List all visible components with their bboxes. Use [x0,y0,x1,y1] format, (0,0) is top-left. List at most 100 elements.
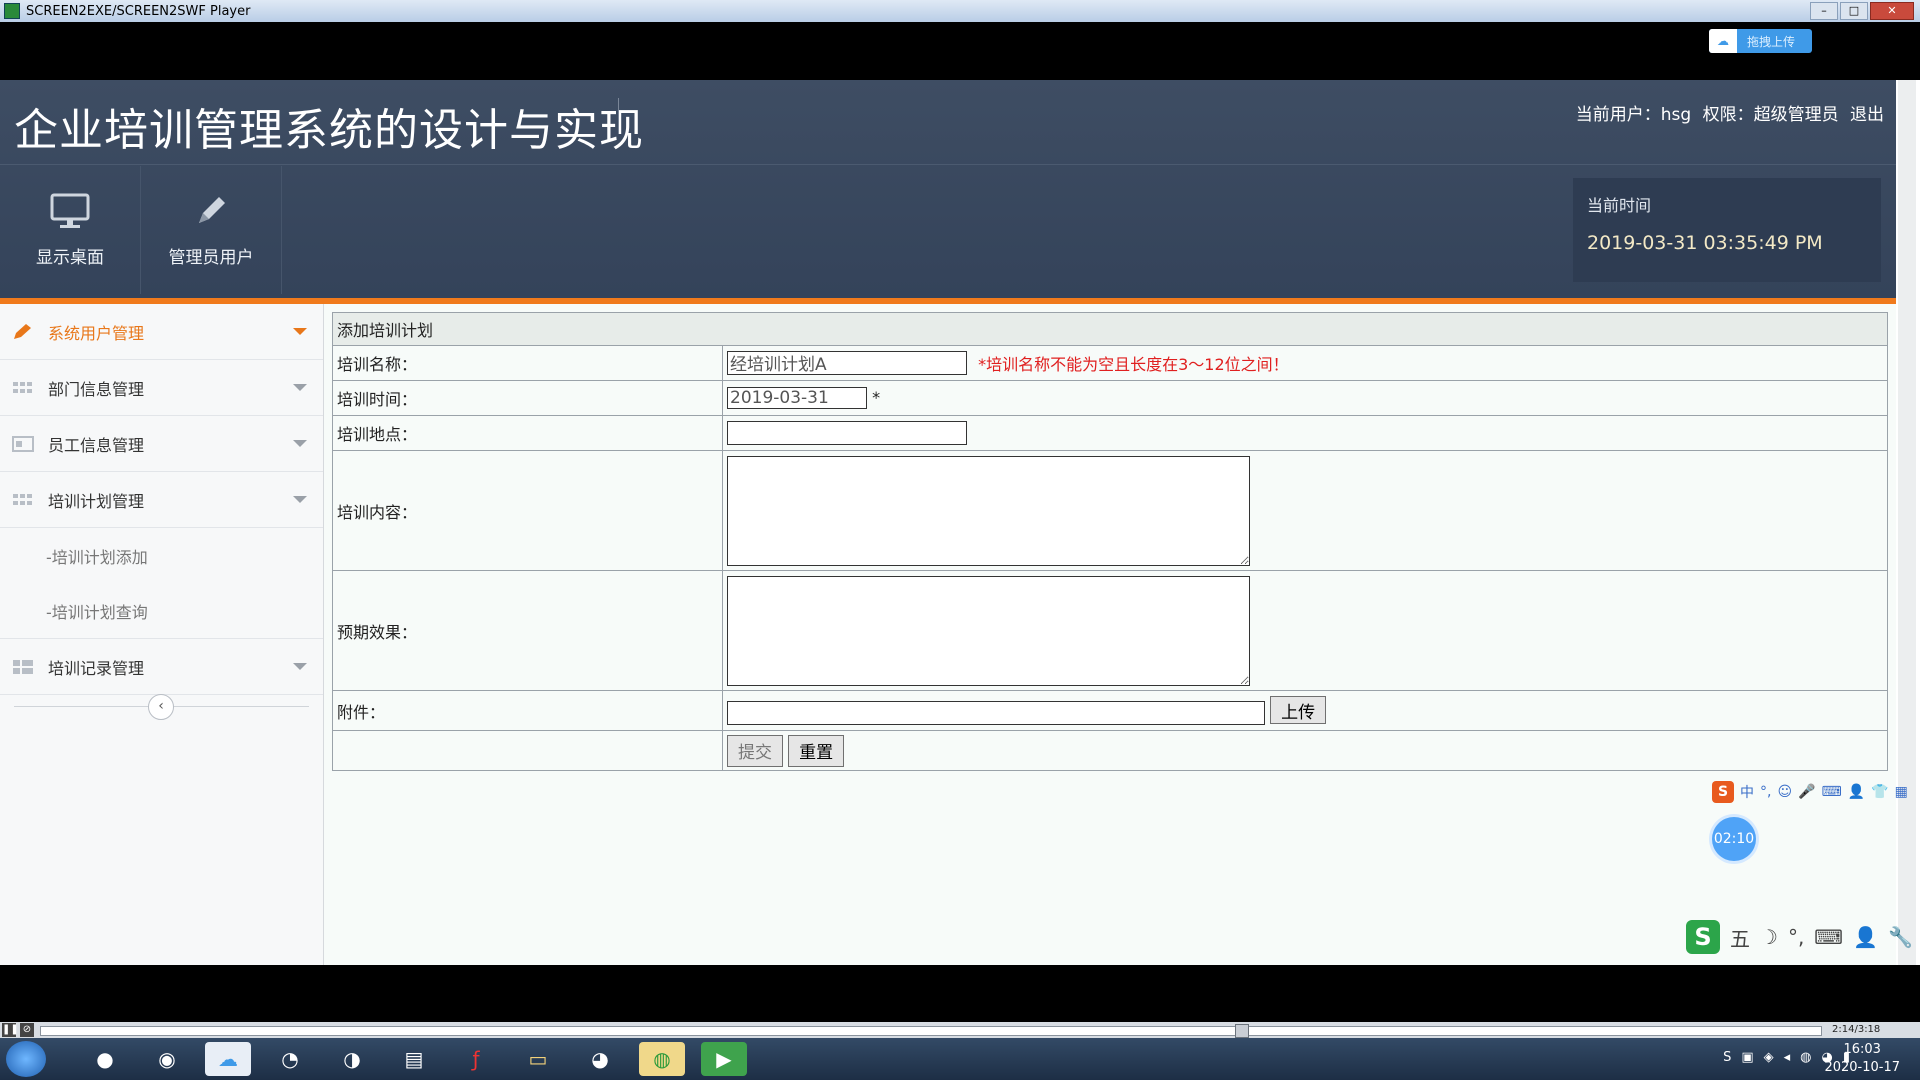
ime-punctuation-icon[interactable]: °, [1788,925,1804,949]
chrome-icon[interactable]: ● [82,1042,128,1076]
training-place-input[interactable] [727,421,967,445]
upload-button[interactable]: 上传 [1270,696,1327,725]
ime-voice-icon[interactable]: 🎤 [1798,784,1815,800]
main-content: 添加培训计划 培训名称： *培训名称不能为空且长度在3～12位之间！ 培训时间：… [324,304,1896,965]
training-time-input[interactable] [727,387,867,409]
form-header: 添加培训计划 [332,312,1888,346]
training-name-error: *培训名称不能为空且长度在3～12位之间！ [978,355,1289,375]
nav-tile-label: 管理员用户 [168,247,254,268]
sidebar-item-training-plans[interactable]: 培训计划管理 [0,472,323,528]
sogou-wubi-icon[interactable]: S [1686,920,1720,954]
stop-icon[interactable]: ⊘ [20,1023,34,1037]
chevron-down-icon [293,384,307,391]
sidebar-item-label: 员工信息管理 [48,435,145,455]
taskbar-clock[interactable]: 16:03 2020-10-17 [1824,1041,1900,1077]
training-time-label: 培训时间： [332,380,723,416]
attachment-input[interactable] [727,700,1265,725]
recording-timer[interactable]: 02:10 [1712,817,1756,861]
logout-link[interactable]: 退出 [1850,105,1884,125]
ime-halfwidth-icon[interactable]: ☽ [1760,925,1778,949]
page-scrollbar[interactable] [1898,80,1916,965]
wechat-tray-icon[interactable]: ◍ [1800,1050,1811,1065]
expected-effect-label: 预期效果： [332,570,723,691]
player-seekbar: ❚❚ ⊘ 2:14/3:18 [0,1022,1920,1038]
nav-tile-show-desktop[interactable]: 显示桌面 [0,166,141,294]
cloud-upload-button[interactable]: ☁ 拖拽上传 [1709,29,1812,53]
ime-emoji-icon[interactable]: ☺ [1777,784,1792,800]
chevron-down-icon [293,663,307,670]
sidebar-item-label: 培训计划管理 [48,491,145,511]
ime-toolbar-wubi[interactable]: S 五 ☽ °, ⌨ 👤 🔧 [1686,920,1913,954]
eclipse-icon[interactable]: ◉ [144,1042,190,1076]
baidu-netdisk-icon[interactable]: ☁ [205,1042,251,1076]
shield-tray-icon[interactable]: ◈ [1764,1050,1774,1065]
ime-tools-icon[interactable]: 🔧 [1888,925,1913,949]
volume-tray-icon[interactable]: ◂ [1784,1050,1791,1065]
sogou-ime-icon[interactable]: S [1712,781,1734,803]
reset-button[interactable]: 重置 [788,734,845,767]
current-time-box: 当前时间 2019-03-31 03:35:49 PM [1573,178,1881,282]
close-button[interactable]: ✕ [1870,2,1914,20]
monitor-icon [50,193,90,228]
sidebar-collapse-button[interactable]: ‹ [148,694,174,720]
title-divider [618,98,619,134]
sidebar-item-departments[interactable]: 部门信息管理 [0,360,323,416]
header-divider [0,164,1896,165]
screen2exe-icon[interactable]: ▶ [701,1042,747,1076]
clock-time: 16:03 [1843,1042,1881,1057]
chevron-down-icon [293,328,307,335]
user-info: 当前用户：hsg 权限：超级管理员 退出 [1570,100,1884,125]
player-bottom-area [0,965,1920,1022]
ime-wubi-mode-icon[interactable]: 五 [1730,923,1750,952]
qq-icon[interactable]: ◕ [577,1042,623,1076]
list-icon [13,659,33,674]
sidebar-subitem-add-plan[interactable]: -培训计划添加 [0,528,323,583]
network-tray-icon[interactable]: ▣ [1741,1050,1753,1065]
training-content-textarea[interactable] [727,455,1250,566]
flash-icon[interactable]: ƒ [453,1042,499,1076]
maximize-button[interactable]: □ [1840,2,1868,20]
submit-button[interactable]: 提交 [727,734,783,767]
file-explorer-icon[interactable]: ▭ [515,1042,561,1076]
ime-user-icon[interactable]: 👤 [1848,784,1865,800]
sidebar-item-system-users[interactable]: 系统用户管理 [0,304,323,360]
sidebar-item-label: 系统用户管理 [48,323,145,343]
cloud-icon: ☁ [1709,29,1737,53]
seek-track[interactable] [40,1026,1822,1036]
nav-tile-label: 显示桌面 [36,247,104,268]
ime-punctuation-icon[interactable]: °, [1760,784,1771,800]
training-content-label: 培训内容： [332,450,723,571]
permission: 权限：超级管理员 [1702,105,1839,125]
player-title: SCREEN2EXE/SCREEN2SWF Player [26,3,251,19]
nav-tile-admin-user[interactable]: 管理员用户 [141,166,282,294]
training-place-label: 培训地点： [332,415,723,451]
sidebar-item-training-records[interactable]: 培训记录管理 [0,639,323,695]
empty-cell [332,730,723,771]
training-name-input[interactable] [727,350,967,375]
ime-toolbar[interactable]: S 中 °, ☺ 🎤 ⌨ 👤 👕 ▦ [1712,780,1908,804]
ime-user-icon[interactable]: 👤 [1853,925,1878,949]
pencil-icon [199,196,225,223]
wechat-icon[interactable]: ◍ [639,1042,685,1076]
sidebar-subitem-query-plan[interactable]: -培训计划查询 [0,583,323,639]
notepad-icon[interactable]: ▤ [391,1042,437,1076]
expected-effect-textarea[interactable] [727,575,1250,686]
ime-keyboard-icon[interactable]: ⌨ [1814,925,1843,949]
seek-knob[interactable] [1235,1024,1249,1038]
ime-keyboard-icon[interactable]: ⌨ [1822,784,1842,800]
sogou-tray-icon[interactable]: S [1723,1050,1731,1065]
player-top-area [0,22,1920,80]
pause-icon[interactable]: ❚❚ [2,1023,19,1037]
360-icon[interactable]: ◑ [329,1042,375,1076]
ime-menu-icon[interactable]: ▦ [1895,784,1908,800]
browser-icon[interactable]: ◔ [267,1042,313,1076]
current-time-label: 当前时间 [1587,196,1652,215]
pencil-icon [14,323,31,339]
ime-skin-icon[interactable]: 👕 [1871,784,1888,800]
grid-icon [13,493,32,505]
grid-icon [13,381,32,393]
ime-chinese-mode-icon[interactable]: 中 [1740,782,1754,802]
minimize-button[interactable]: – [1810,2,1838,20]
sidebar-item-employees[interactable]: 员工信息管理 [0,416,323,472]
start-button[interactable] [6,1041,46,1077]
